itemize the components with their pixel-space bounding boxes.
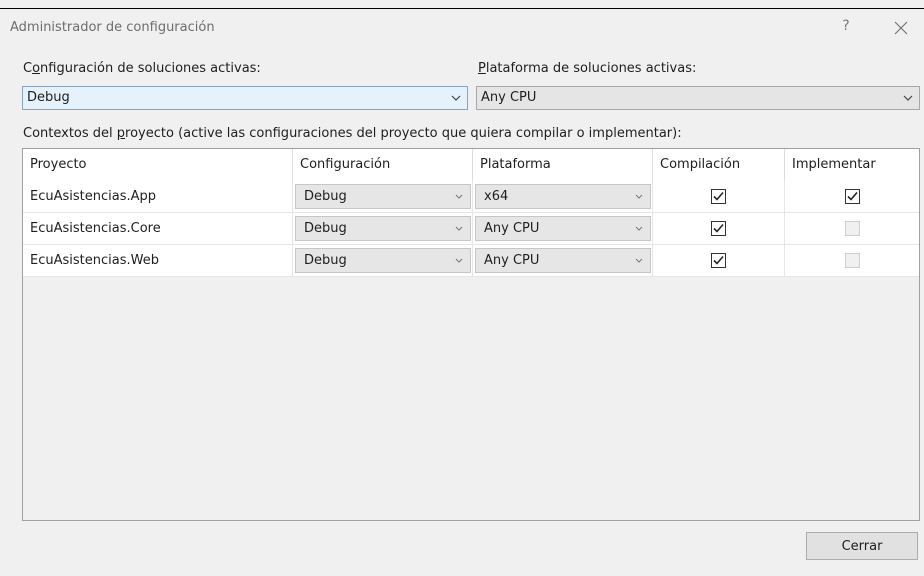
configuration-cell: Debug <box>293 181 473 212</box>
dialog-title: Administrador de configuración <box>10 20 215 35</box>
row-platform-dropdown[interactable]: x64 <box>475 184 651 209</box>
build-checkbox[interactable] <box>711 253 726 268</box>
project-contexts-label: Contextos del proyecto (active las confi… <box>23 126 682 141</box>
project-contexts-grid: Proyecto Configuración Plataforma Compil… <box>22 148 920 521</box>
active-platform-dropdown[interactable]: Any CPU <box>476 86 920 110</box>
active-platform-label: Plataforma de soluciones activas: <box>478 61 697 76</box>
row-platform-value: x64 <box>484 189 509 204</box>
build-cell <box>653 213 785 244</box>
row-configuration-dropdown[interactable]: Debug <box>295 184 471 209</box>
deploy-cell <box>785 181 919 212</box>
platform-cell: Any CPU <box>473 245 653 276</box>
checkmark-icon <box>713 255 724 265</box>
row-configuration-value: Debug <box>304 253 347 268</box>
project-name: EcuAsistencias.Web <box>30 253 159 268</box>
column-header-project[interactable]: Proyecto <box>23 149 293 181</box>
build-cell <box>653 181 785 212</box>
configuration-cell: Debug <box>293 213 473 244</box>
chevron-down-icon <box>634 185 644 208</box>
active-configuration-label: Configuración de soluciones activas: <box>23 61 261 76</box>
row-platform-dropdown[interactable]: Any CPU <box>475 248 651 273</box>
deploy-checkbox[interactable] <box>845 189 860 204</box>
build-cell <box>653 245 785 276</box>
chevron-down-icon <box>634 217 644 240</box>
row-configuration-dropdown[interactable]: Debug <box>295 216 471 241</box>
deploy-cell <box>785 245 919 276</box>
grid-header: Proyecto Configuración Plataforma Compil… <box>23 149 919 182</box>
chevron-down-icon <box>901 87 915 109</box>
table-row: EcuAsistencias.Core Debug Any CPU <box>23 213 919 245</box>
row-platform-value: Any CPU <box>484 221 540 236</box>
project-cell: EcuAsistencias.Core <box>23 213 293 244</box>
chevron-down-icon <box>449 87 463 109</box>
platform-cell: Any CPU <box>473 213 653 244</box>
checkmark-icon <box>847 191 858 201</box>
chevron-down-icon <box>634 249 644 272</box>
configuration-manager-dialog: Administrador de configuración ? Configu… <box>0 9 924 576</box>
deploy-cell <box>785 213 919 244</box>
project-name: EcuAsistencias.Core <box>30 221 161 236</box>
chevron-down-icon <box>454 249 464 272</box>
project-cell: EcuAsistencias.App <box>23 181 293 212</box>
chevron-down-icon <box>454 217 464 240</box>
checkmark-icon <box>713 223 724 233</box>
platform-cell: x64 <box>473 181 653 212</box>
row-platform-dropdown[interactable]: Any CPU <box>475 216 651 241</box>
close-button[interactable]: Cerrar <box>806 532 918 560</box>
column-header-configuration[interactable]: Configuración <box>293 149 473 181</box>
column-header-deploy[interactable]: Implementar <box>785 149 919 181</box>
active-configuration-dropdown[interactable]: Debug <box>22 86 468 110</box>
build-checkbox[interactable] <box>711 189 726 204</box>
row-platform-value: Any CPU <box>484 253 540 268</box>
table-row: EcuAsistencias.Web Debug Any CPU <box>23 245 919 277</box>
row-configuration-dropdown[interactable]: Debug <box>295 248 471 273</box>
column-header-build[interactable]: Compilación <box>653 149 785 181</box>
help-icon[interactable]: ? <box>838 18 854 36</box>
close-icon[interactable] <box>893 20 909 36</box>
row-configuration-value: Debug <box>304 221 347 236</box>
active-platform-value: Any CPU <box>481 90 537 105</box>
project-name: EcuAsistencias.App <box>30 189 157 204</box>
configuration-cell: Debug <box>293 245 473 276</box>
column-header-platform[interactable]: Plataforma <box>473 149 653 181</box>
active-configuration-value: Debug <box>27 90 70 105</box>
chevron-down-icon <box>454 185 464 208</box>
deploy-checkbox <box>845 253 860 268</box>
project-cell: EcuAsistencias.Web <box>23 245 293 276</box>
deploy-checkbox <box>845 221 860 236</box>
build-checkbox[interactable] <box>711 221 726 236</box>
table-row: EcuAsistencias.App Debug x64 <box>23 181 919 213</box>
checkmark-icon <box>713 191 724 201</box>
row-configuration-value: Debug <box>304 189 347 204</box>
